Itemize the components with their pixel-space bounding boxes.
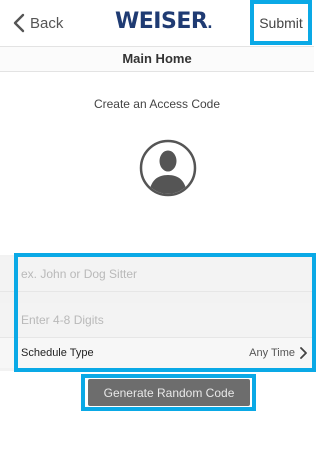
page-title: Main Home bbox=[0, 46, 314, 72]
chevron-left-icon bbox=[13, 13, 25, 33]
back-label: Back bbox=[30, 14, 64, 32]
form-highlight bbox=[14, 253, 316, 372]
top-navigation-bar: Back WEISER. Submit bbox=[0, 0, 314, 46]
submit-button[interactable]: Submit bbox=[259, 15, 303, 31]
section-heading: Create an Access Code bbox=[93, 97, 221, 111]
generate-random-code-button[interactable]: Generate Random Code bbox=[88, 379, 250, 406]
user-silhouette-icon[interactable] bbox=[139, 139, 197, 197]
weiser-logo: WEISER. bbox=[115, 9, 213, 34]
back-button[interactable]: Back bbox=[10, 11, 63, 35]
submit-highlight: Submit bbox=[250, 0, 312, 45]
